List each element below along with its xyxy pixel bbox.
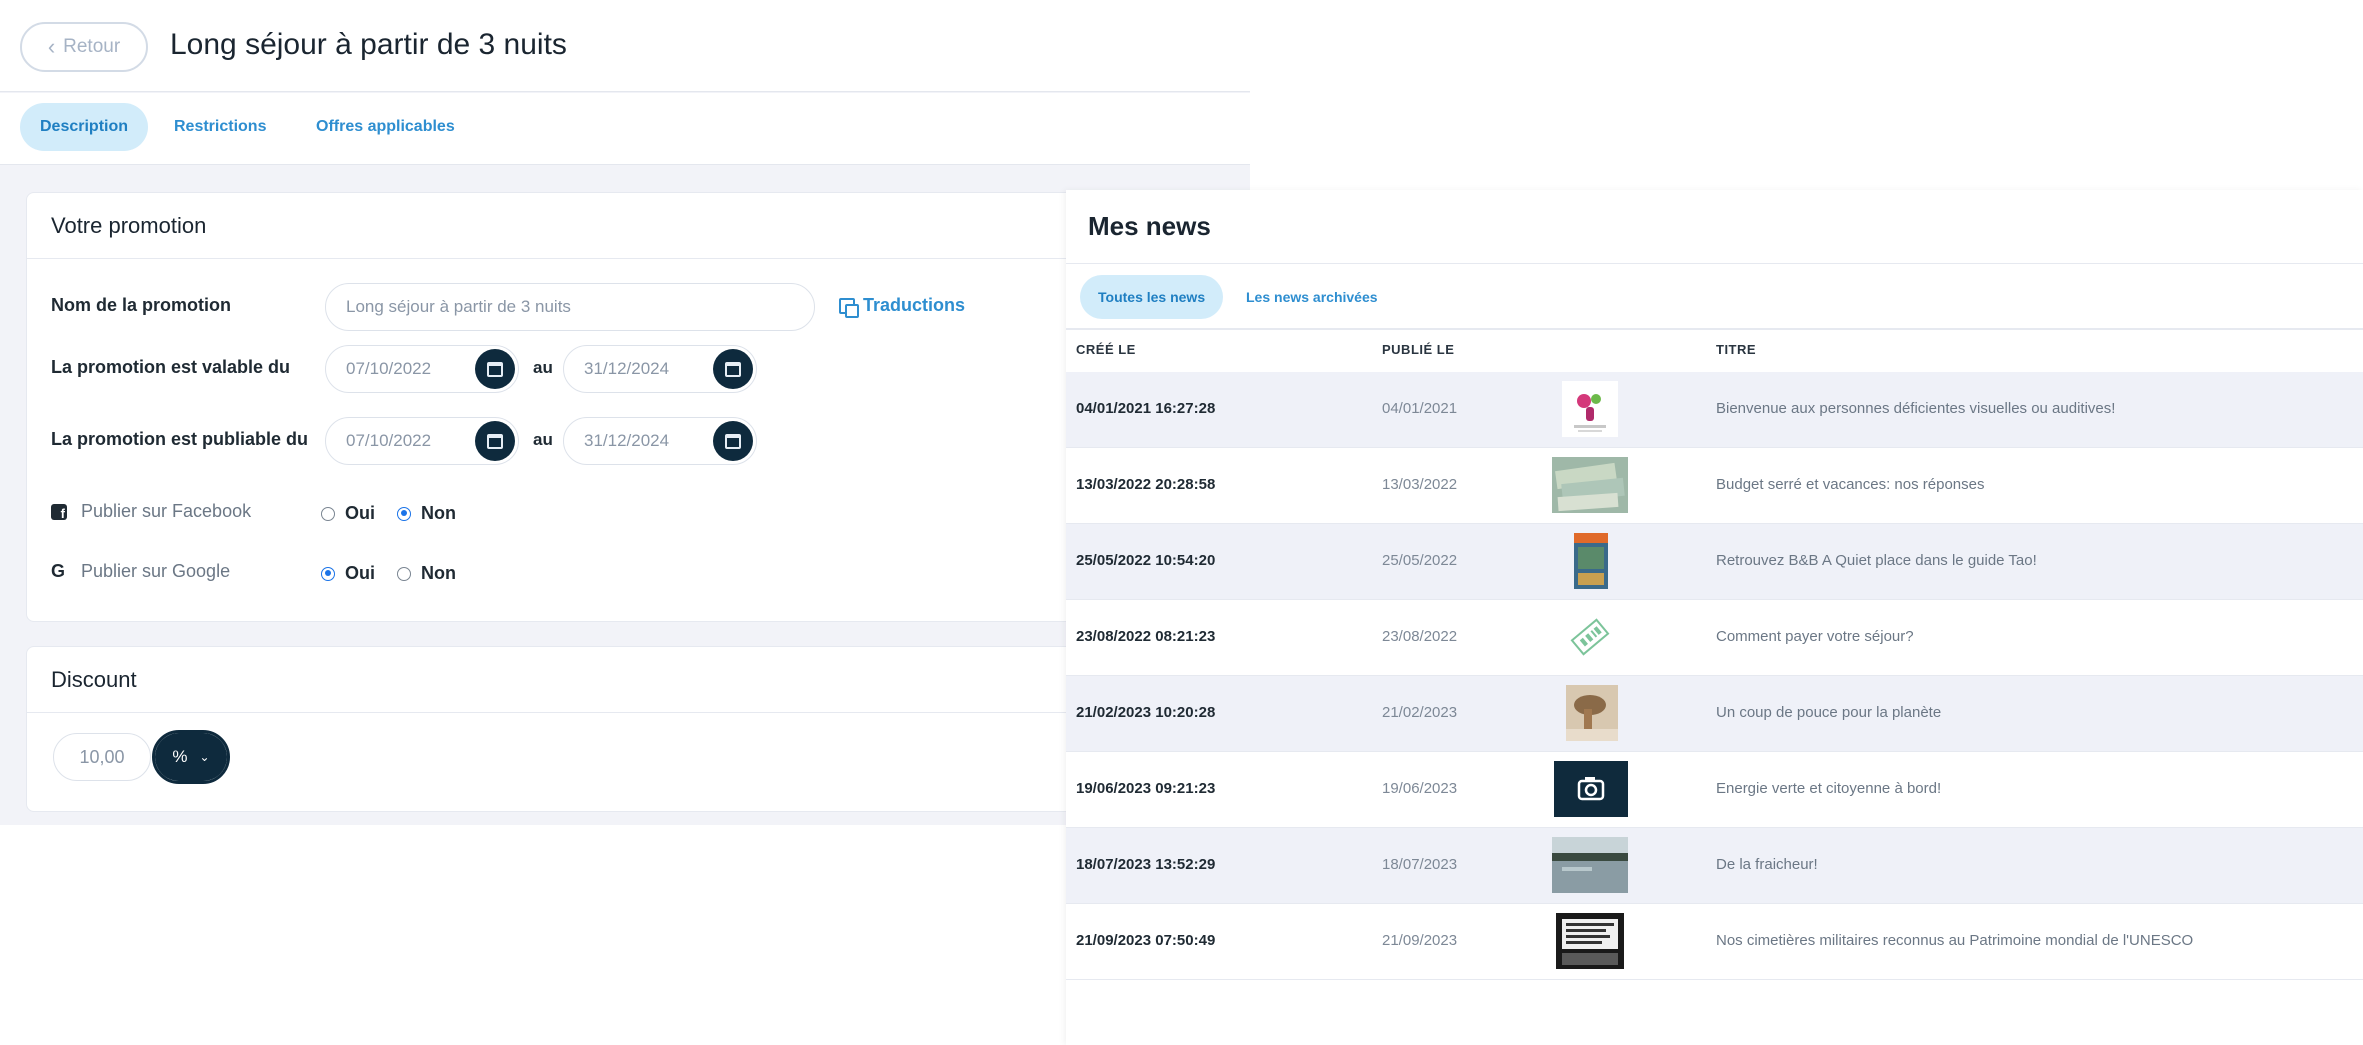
guide-book-thumbnail [1574,533,1608,589]
valid-from-calendar-icon[interactable] [475,349,515,389]
page-title: Long séjour à partir de 3 nuits [170,28,567,61]
news-title-cell[interactable]: De la fraicheur! [1716,856,1818,873]
promotion-name-input[interactable]: Long séjour à partir de 3 nuits [325,283,815,331]
chevron-down-icon: ⌄ [199,750,210,764]
google-icon: G [51,561,66,581]
created-date: 13/03/2022 20:28:58 [1076,476,1216,493]
column-published[interactable]: PUBLIÉ LE [1382,342,1454,357]
published-date: 04/01/2021 [1382,400,1458,417]
column-created[interactable]: CRÉÉ LE [1076,342,1136,357]
facebook-row: f Publier sur Facebook [51,501,251,522]
created-date: 21/02/2023 10:20:28 [1076,704,1216,721]
news-tabs: Toutes les news Les news archivées [1066,265,2363,330]
tab-toutes-les-news[interactable]: Toutes les news [1080,275,1224,319]
google-label: Publier sur Google [81,561,231,581]
back-button-label: Retour [63,36,121,57]
google-oui-option[interactable]: Oui [321,563,375,584]
promotion-name-label: Nom de la promotion [51,295,231,315]
tab-offres-applicables[interactable]: Offres applicables [296,103,475,151]
table-row[interactable]: 23/08/2022 08:21:23 23/08/2022 Comment p… [1066,600,2363,676]
published-date: 13/03/2022 [1382,476,1458,493]
banknotes-thumbnail [1552,457,1628,513]
created-date: 04/01/2021 16:27:28 [1076,400,1216,417]
news-title-cell[interactable]: Comment payer votre séjour? [1716,628,1914,645]
promotion-header: ‹ Retour Long séjour à partir de 3 nuits [0,0,1250,92]
google-non-option[interactable]: Non [397,563,456,584]
facebook-icon: f [51,503,67,520]
translations-link[interactable]: Traductions [839,295,966,318]
promotion-card: Votre promotion Nom de la promotion Long… [26,192,1226,622]
translate-icon [839,297,859,318]
google-oui-label: Oui [345,563,375,583]
created-date: 25/05/2022 10:54:20 [1076,552,1216,569]
table-row[interactable]: 19/06/2023 09:21:23 19/06/2023 Energie v… [1066,752,2363,828]
news-title-cell[interactable]: Nos cimetières militaires reconnus au Pa… [1716,932,2193,949]
facebook-non-option[interactable]: Non [397,503,456,524]
created-date: 23/08/2022 08:21:23 [1076,628,1216,645]
promotion-tabs: Description Restrictions Offres applicab… [0,93,1250,165]
publish-to-calendar-icon[interactable] [713,421,753,461]
tab-news-archivees[interactable]: Les news archivées [1228,275,1396,319]
table-row[interactable]: 21/02/2023 10:20:28 21/02/2023 Un coup d… [1066,676,2363,752]
column-title[interactable]: TITRE [1716,342,1756,357]
facebook-oui-label: Oui [345,503,375,523]
promotion-panel: ‹ Retour Long séjour à partir de 3 nuits… [0,0,1250,825]
valid-dates-label: La promotion est valable du [51,357,291,377]
facebook-radio-group: Oui Non [321,503,478,524]
translations-label: Traductions [863,295,966,315]
back-button[interactable]: ‹ Retour [20,22,148,72]
paid-stamp-thumbnail [1562,609,1618,665]
logo-thumbnail [1562,381,1618,437]
chevron-left-icon: ‹ [47,34,56,59]
valid-to-calendar-icon[interactable] [713,349,753,389]
google-non-label: Non [421,563,456,583]
created-date: 19/06/2023 09:21:23 [1076,780,1216,797]
publish-from-calendar-icon[interactable] [475,421,515,461]
news-title-cell[interactable]: Bienvenue aux personnes déficientes visu… [1716,400,2115,417]
facebook-non-label: Non [421,503,456,523]
camera-placeholder-icon [1554,761,1628,817]
facebook-non-radio[interactable] [397,506,411,521]
discount-card-title: Discount [27,647,1225,713]
facebook-oui-option[interactable]: Oui [321,503,375,524]
promotion-card-title: Votre promotion [27,193,1225,259]
published-date: 23/08/2022 [1382,628,1458,645]
tab-description[interactable]: Description [20,103,149,151]
news-title: Mes news [1066,190,2363,264]
published-date: 21/02/2023 [1382,704,1458,721]
news-title-cell[interactable]: Retrouvez B&B A Quiet place dans le guid… [1716,552,2037,569]
hand-photo-thumbnail [1566,685,1618,741]
discount-card: Discount 10,00 % ⌄ [26,646,1226,812]
publish-au-label: au [533,430,553,449]
news-title-cell[interactable]: Energie verte et citoyenne à bord! [1716,780,1941,797]
published-date: 18/07/2023 [1382,856,1458,873]
facebook-label: Publier sur Facebook [81,501,252,521]
google-non-radio[interactable] [397,566,411,581]
news-title-cell[interactable]: Un coup de pouce pour la planète [1716,704,1941,721]
discount-unit-select[interactable]: % ⌄ [152,730,230,784]
google-oui-radio[interactable] [321,566,335,581]
discount-unit-value: % [172,747,188,766]
table-row[interactable]: 25/05/2022 10:54:20 25/05/2022 Retrouvez… [1066,524,2363,600]
published-date: 19/06/2023 [1382,780,1458,797]
cemetery-sign-thumbnail [1556,913,1624,969]
news-title-cell[interactable]: Budget serré et vacances: nos réponses [1716,476,1985,493]
google-row: G Publier sur Google [51,561,230,582]
discount-value-input[interactable]: 10,00 [53,733,151,781]
publish-dates-label: La promotion est publiable du [51,429,309,449]
tab-restrictions[interactable]: Restrictions [154,103,286,151]
table-row[interactable]: 13/03/2022 20:28:58 13/03/2022 Budget se… [1066,448,2363,524]
published-date: 21/09/2023 [1382,932,1458,949]
water-photo-thumbnail [1552,837,1628,893]
table-row[interactable]: 21/09/2023 07:50:49 21/09/2023 Nos cimet… [1066,904,2363,980]
published-date: 25/05/2022 [1382,552,1458,569]
created-date: 18/07/2023 13:52:29 [1076,856,1216,873]
google-radio-group: Oui Non [321,563,478,584]
table-row[interactable]: 04/01/2021 16:27:28 04/01/2021 Bienvenue… [1066,372,2363,448]
valid-au-label: au [533,358,553,377]
table-row[interactable]: 18/07/2023 13:52:29 18/07/2023 De la fra… [1066,828,2363,904]
facebook-oui-radio[interactable] [321,506,335,521]
created-date: 21/09/2023 07:50:49 [1076,932,1216,949]
news-panel: Mes news Toutes les news Les news archiv… [1066,190,2363,1045]
